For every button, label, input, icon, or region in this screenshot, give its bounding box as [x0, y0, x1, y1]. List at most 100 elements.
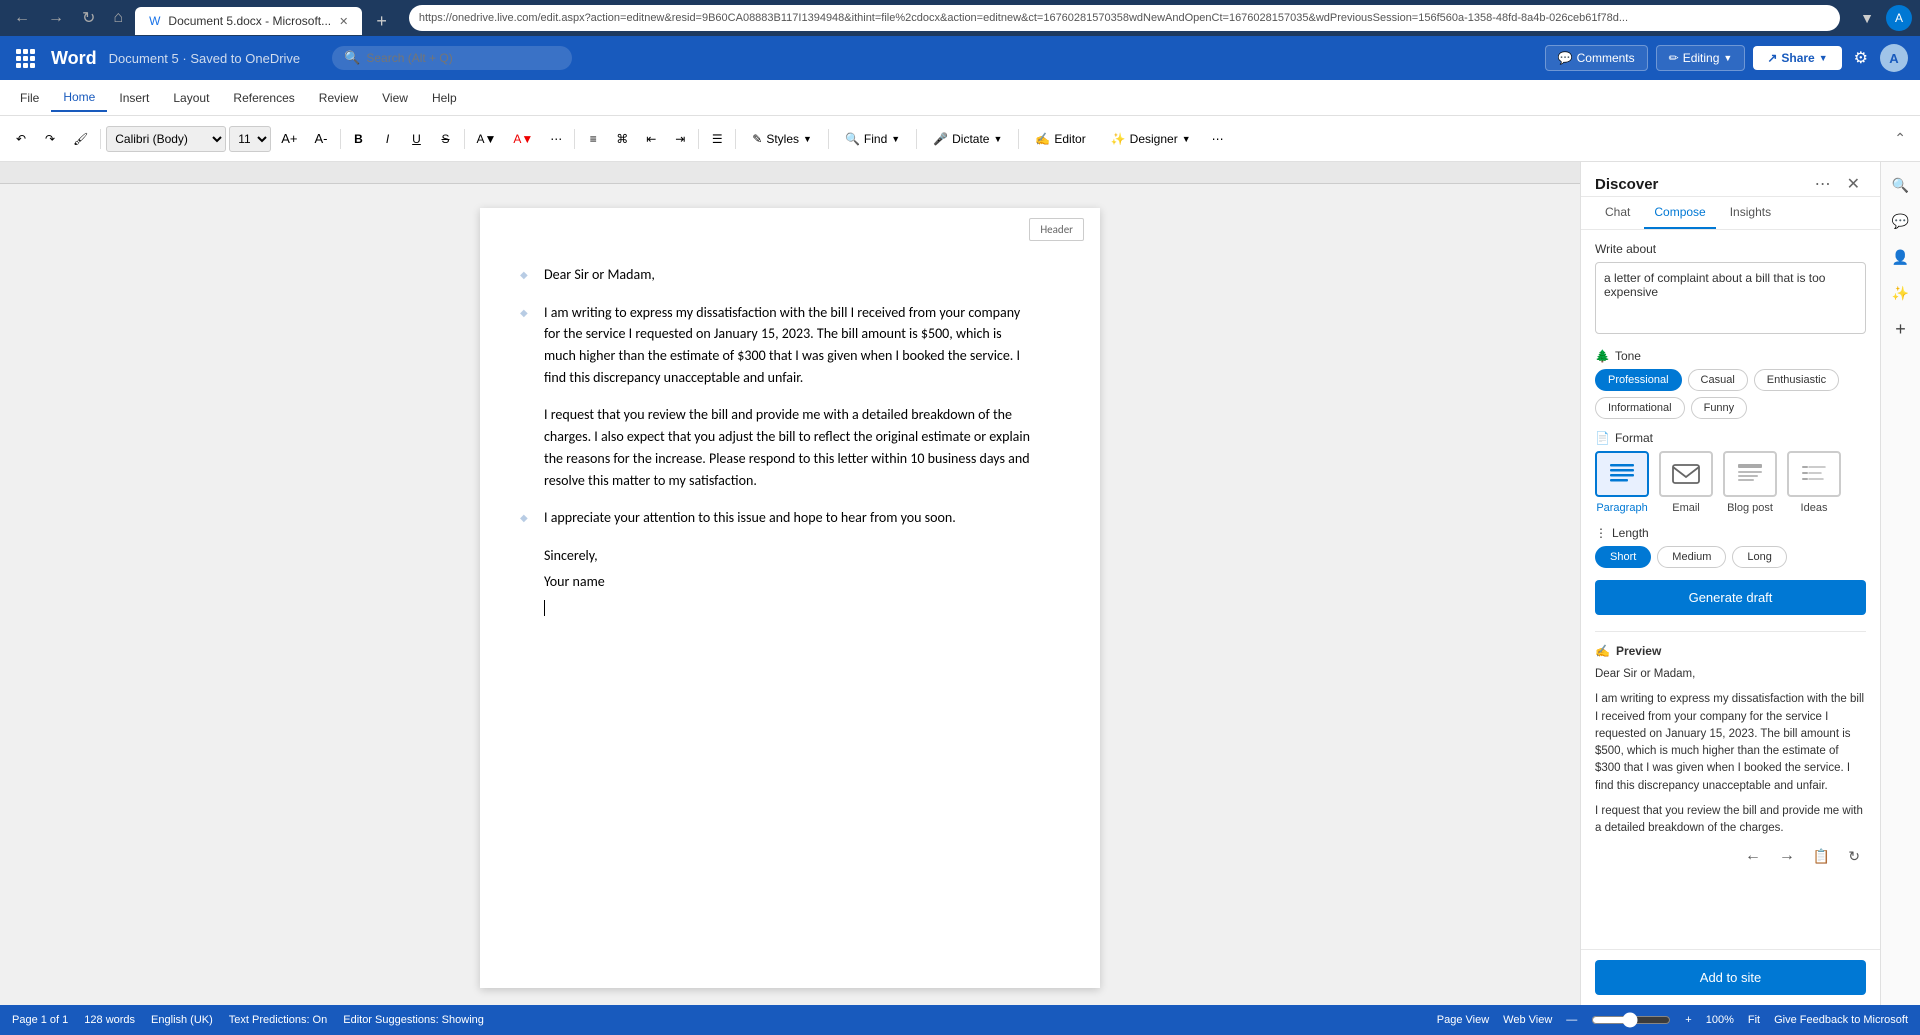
- discover-title: Discover: [1595, 176, 1658, 193]
- font-decrease-btn[interactable]: A-: [308, 126, 335, 152]
- font-increase-btn[interactable]: A+: [274, 126, 304, 152]
- undo-btn[interactable]: ↶: [8, 126, 34, 152]
- browser-forward-btn[interactable]: →: [42, 5, 70, 31]
- tone-chip-casual[interactable]: Casual: [1688, 369, 1748, 391]
- format-options: Paragraph Email: [1595, 451, 1866, 514]
- browser-extensions-btn[interactable]: ▼: [1854, 6, 1880, 30]
- zoom-minus-btn[interactable]: —: [1566, 1014, 1577, 1026]
- indent-increase-btn[interactable]: ⇥: [667, 126, 693, 152]
- browser-back-btn[interactable]: ←: [8, 5, 36, 31]
- user-avatar[interactable]: A: [1880, 44, 1908, 72]
- indent-decrease-btn[interactable]: ⇤: [638, 126, 664, 152]
- zoom-slider[interactable]: [1591, 1012, 1671, 1028]
- find-btn[interactable]: 🔍 Find ▼: [834, 126, 911, 152]
- tab-references[interactable]: References: [221, 85, 306, 111]
- format-paragraph[interactable]: Paragraph: [1595, 451, 1649, 514]
- format-email[interactable]: Email: [1659, 451, 1713, 514]
- browser-tab-new[interactable]: +: [368, 7, 395, 36]
- bold-btn[interactable]: B: [346, 126, 372, 152]
- microphone-icon: 🎤: [933, 132, 948, 146]
- editing-btn[interactable]: ✏ Editing ▼: [1656, 45, 1746, 71]
- rs-comment-icon[interactable]: 💬: [1886, 206, 1916, 236]
- rs-search-icon[interactable]: 🔍: [1886, 170, 1916, 200]
- fit-btn[interactable]: Fit: [1748, 1014, 1760, 1026]
- add-to-site-btn[interactable]: Add to site: [1595, 960, 1866, 995]
- text-predictions: Text Predictions: On: [229, 1014, 327, 1026]
- font-size-select[interactable]: 11: [229, 126, 271, 152]
- font-color-btn[interactable]: A▼: [506, 126, 540, 152]
- preview-copy-btn[interactable]: 📋: [1807, 846, 1836, 867]
- format-painter-btn[interactable]: 🖌: [66, 126, 95, 152]
- preview-refresh-btn[interactable]: ↻: [1842, 846, 1866, 867]
- browser-refresh-btn[interactable]: ↻: [76, 4, 101, 32]
- write-about-input[interactable]: a letter of complaint about a bill that …: [1595, 262, 1866, 334]
- format-label: 📄 Format: [1595, 431, 1866, 445]
- toolbar-more-right-btn[interactable]: ⋯: [1205, 126, 1231, 152]
- rs-add-icon[interactable]: +: [1886, 314, 1916, 344]
- underline-btn[interactable]: U: [404, 126, 430, 152]
- waffle-icon[interactable]: [12, 45, 39, 72]
- align-btn[interactable]: ☰: [704, 126, 730, 152]
- view-web-btn[interactable]: Web View: [1503, 1014, 1552, 1026]
- browser-profile-btn[interactable]: A: [1886, 5, 1912, 31]
- settings-icon[interactable]: ⚙: [1850, 44, 1872, 72]
- generate-draft-btn[interactable]: Generate draft: [1595, 580, 1866, 615]
- dictate-btn[interactable]: 🎤 Dictate ▼: [922, 126, 1013, 152]
- rs-star-icon[interactable]: ✨: [1886, 278, 1916, 308]
- numbered-btn[interactable]: ⌘: [609, 126, 635, 152]
- preview-next-btn[interactable]: →: [1773, 845, 1801, 867]
- chevron-down-icon: ▼: [1723, 53, 1732, 63]
- tab-home[interactable]: Home: [51, 84, 107, 112]
- highlight-btn[interactable]: A▼: [470, 126, 504, 152]
- tone-chip-enthusiastic[interactable]: Enthusiastic: [1754, 369, 1839, 391]
- bullets-btn[interactable]: ≡: [580, 126, 606, 152]
- tab-view[interactable]: View: [370, 85, 420, 111]
- tab-insert[interactable]: Insert: [107, 85, 161, 111]
- tone-chip-professional[interactable]: Professional: [1595, 369, 1682, 391]
- comments-btn[interactable]: 💬 Comments: [1545, 45, 1648, 71]
- zoom-plus-btn[interactable]: +: [1685, 1014, 1691, 1026]
- ribbon-search[interactable]: 🔍: [332, 46, 572, 70]
- format-email-icon-box: [1659, 451, 1713, 497]
- font-family-select[interactable]: Calibri (Body): [106, 126, 226, 152]
- browser-tab-active[interactable]: W Document 5.docx - Microsoft... ✕: [135, 7, 362, 35]
- view-page-btn[interactable]: Page View: [1437, 1014, 1489, 1026]
- designer-btn[interactable]: ✨ Designer ▼: [1100, 126, 1202, 152]
- italic-btn[interactable]: I: [375, 126, 401, 152]
- discover-close-btn[interactable]: ✕: [1841, 172, 1866, 196]
- browser-home-btn[interactable]: ⌂: [107, 5, 129, 31]
- tab-layout[interactable]: Layout: [161, 85, 221, 111]
- cursor-line[interactable]: [544, 600, 1036, 618]
- styles-btn[interactable]: ✎ Styles ▼: [741, 126, 823, 152]
- tab-help[interactable]: Help: [420, 85, 469, 111]
- doc-text-3: I request that you review the bill and p…: [544, 406, 1030, 488]
- toolbar-more-btn[interactable]: ⋯: [543, 126, 569, 152]
- tab-review[interactable]: Review: [307, 85, 370, 111]
- editor-btn[interactable]: ✍ Editor: [1024, 126, 1096, 152]
- rs-user-icon[interactable]: 👤: [1886, 242, 1916, 272]
- format-blogpost[interactable]: Blog post: [1723, 451, 1777, 514]
- tab-compose[interactable]: Compose: [1644, 197, 1715, 229]
- tone-chip-informational[interactable]: Informational: [1595, 397, 1685, 419]
- length-chip-short[interactable]: Short: [1595, 546, 1651, 568]
- redo-btn[interactable]: ↷: [37, 126, 63, 152]
- tab-file[interactable]: File: [8, 85, 51, 111]
- share-btn[interactable]: ↗ Share ▼: [1753, 46, 1841, 70]
- document-area[interactable]: Header ◆ Dear Sir or Madam, ◆ I am writi…: [0, 162, 1580, 1005]
- toolbar-sep-7: [828, 129, 829, 149]
- format-ideas[interactable]: Ideas: [1787, 451, 1841, 514]
- tab-chat[interactable]: Chat: [1595, 197, 1640, 229]
- document-paper[interactable]: Header ◆ Dear Sir or Madam, ◆ I am writi…: [480, 208, 1100, 988]
- feedback-btn[interactable]: Give Feedback to Microsoft: [1774, 1014, 1908, 1026]
- address-bar[interactable]: https://onedrive.live.com/edit.aspx?acti…: [409, 5, 1840, 31]
- length-chip-medium[interactable]: Medium: [1657, 546, 1726, 568]
- tab-insights[interactable]: Insights: [1720, 197, 1781, 229]
- tab-close-icon[interactable]: ✕: [339, 15, 348, 28]
- length-chip-long[interactable]: Long: [1732, 546, 1786, 568]
- collapse-ribbon-btn[interactable]: ⌃: [1888, 127, 1912, 150]
- strikethrough-btn[interactable]: S: [433, 126, 459, 152]
- tone-chip-funny[interactable]: Funny: [1691, 397, 1748, 419]
- preview-prev-btn[interactable]: ←: [1739, 845, 1767, 867]
- search-input[interactable]: [366, 51, 526, 65]
- discover-more-btn[interactable]: ⋯: [1809, 172, 1837, 196]
